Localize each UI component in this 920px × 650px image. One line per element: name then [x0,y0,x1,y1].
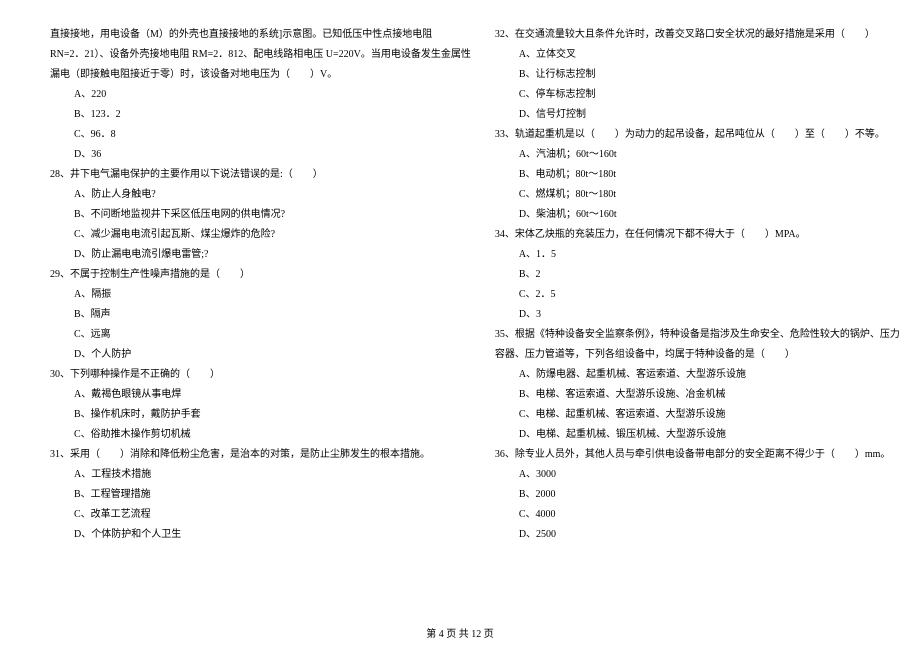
q28-text: 28、井下电气漏电保护的主要作用以下说法错误的是:（ ） [50,165,471,185]
right-column: 32、在交通流量较大且条件允许时，改善交叉路口安全状况的最好措施是采用（ ） A… [495,25,900,595]
page-columns: 直接接地，用电设备（M）的外壳也直接接地的系统]示意图。已知低压中性点接地电阻 … [50,25,870,595]
q31-option-b: B、工程管理措施 [50,485,471,505]
q27-option-b: B、123．2 [50,105,471,125]
q31-option-d: D、个体防护和个人卫生 [50,525,471,545]
q34-option-d: D、3 [495,305,900,325]
q28-option-a: A、防止人身触电? [50,185,471,205]
q36-text: 36、除专业人员外，其他人员与牵引供电设备带电部分的安全距离不得少于（ ）mm。 [495,445,900,465]
q27-intro-line1: 直接接地，用电设备（M）的外壳也直接接地的系统]示意图。已知低压中性点接地电阻 [50,25,471,45]
q30-option-c: C、俗助推木操作剪切机械 [50,425,471,445]
q28-option-b: B、不问断地监视井下采区低压电网的供电情况? [50,205,471,225]
q27-intro-line2: RN=2．21）、设备外壳接地电阻 RM=2．812、配电线路相电压 U=220… [50,45,471,65]
q33-option-a: A、汽油机；60t～160t [495,145,900,165]
q34-option-b: B、2 [495,265,900,285]
q35-option-d: D、电梯、起重机械、锻压机械、大型游乐设施 [495,425,900,445]
q30-text: 30、下列哪种操作是不正确的（ ） [50,365,471,385]
q27-option-d: D、36 [50,145,471,165]
q27-option-a: A、220 [50,85,471,105]
q32-option-c: C、停车标志控制 [495,85,900,105]
q31-text: 31、采用（ ）消除和降低粉尘危害，是治本的对策，是防止尘肺发生的根本措施。 [50,445,471,465]
q28-option-d: D、防止漏电电流引爆电雷管;? [50,245,471,265]
page-footer: 第 4 页 共 12 页 [0,625,920,640]
q29-option-d: D、个人防护 [50,345,471,365]
q31-option-a: A、工程技术措施 [50,465,471,485]
q32-option-a: A、立体交叉 [495,45,900,65]
q29-option-c: C、远离 [50,325,471,345]
q36-option-a: A、3000 [495,465,900,485]
q35-text-line1: 35、根据《特种设备安全监察条例》，特种设备是指涉及生命安全、危险性较大的锅炉、… [495,325,900,345]
q33-option-b: B、电动机；80t～180t [495,165,900,185]
q27-intro-line3: 漏电（即接触电阻接近于零）时，该设备对地电压为（ ）V。 [50,65,471,85]
q32-option-d: D、信号灯控制 [495,105,900,125]
q36-option-b: B、2000 [495,485,900,505]
q30-option-a: A、戴褐色眼镜从事电焊 [50,385,471,405]
q33-text: 33、轨道起重机是以（ ）为动力的起吊设备，起吊吨位从（ ）至（ ）不等。 [495,125,900,145]
q33-option-d: D、柴油机；60t～160t [495,205,900,225]
q31-option-c: C、改革工艺流程 [50,505,471,525]
q35-text-line2: 容器、压力管道等，下列各组设备中，均属于特种设备的是（ ） [495,345,900,365]
q29-text: 29、不属于控制生产性噪声措施的是（ ） [50,265,471,285]
q34-text: 34、宋体乙炔瓶的充装压力，在任何情况下都不得大于（ ）MPA。 [495,225,900,245]
q32-text: 32、在交通流量较大且条件允许时，改善交叉路口安全状况的最好措施是采用（ ） [495,25,900,45]
q30-option-b: B、操作机床时，戴防护手套 [50,405,471,425]
q33-option-c: C、燃煤机；80t～180t [495,185,900,205]
q36-option-d: D、2500 [495,525,900,545]
q32-option-b: B、让行标志控制 [495,65,900,85]
q36-option-c: C、4000 [495,505,900,525]
q34-option-a: A、1．5 [495,245,900,265]
q29-option-a: A、隔振 [50,285,471,305]
q29-option-b: B、隔声 [50,305,471,325]
q28-option-c: C、减少漏电电流引起瓦斯、煤尘爆炸的危险? [50,225,471,245]
q27-option-c: C、96．8 [50,125,471,145]
q35-option-c: C、电梯、起重机械、客运索道、大型游乐设施 [495,405,900,425]
left-column: 直接接地，用电设备（M）的外壳也直接接地的系统]示意图。已知低压中性点接地电阻 … [50,25,471,595]
q35-option-b: B、电梯、客运索道、大型游乐设施、冶金机械 [495,385,900,405]
q35-option-a: A、防爆电器、起重机械、客运索道、大型游乐设施 [495,365,900,385]
q34-option-c: C、2．5 [495,285,900,305]
